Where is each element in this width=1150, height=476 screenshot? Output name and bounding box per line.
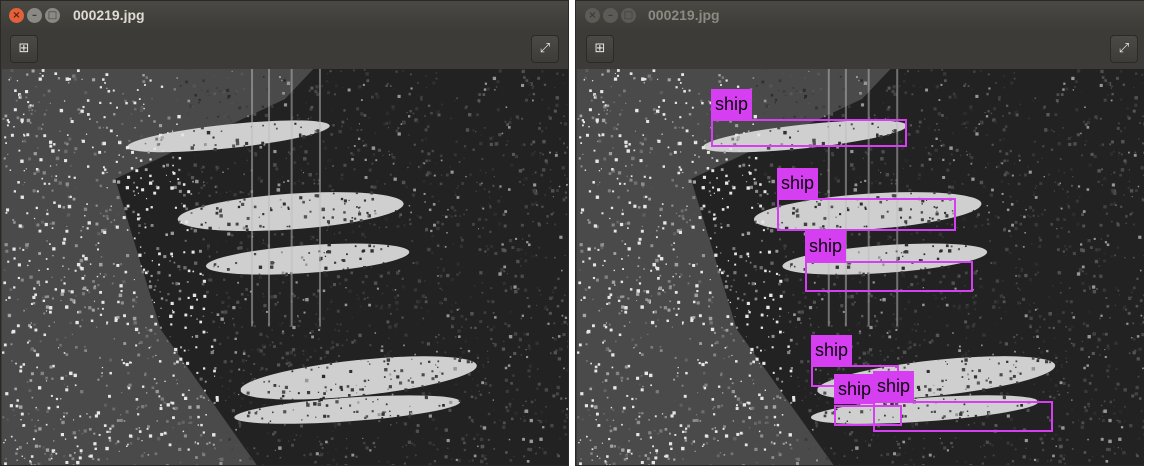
image-viewer-window-left: × – □ 000219.jpg ⊞ ⤢ — [0, 0, 569, 466]
detection-label: ship — [777, 168, 819, 198]
detection-box — [711, 119, 907, 147]
fullscreen-button[interactable]: ⤢ — [1110, 35, 1138, 63]
detection-box — [805, 261, 973, 292]
detection-label: ship — [834, 374, 876, 404]
image-viewport[interactable] — [2, 69, 568, 465]
sar-image — [2, 69, 568, 465]
detection-box — [777, 198, 956, 231]
maximize-window-button[interactable]: □ — [621, 8, 636, 23]
expand-icon: ⤢ — [539, 41, 551, 56]
minimize-window-button[interactable]: – — [603, 8, 618, 23]
close-window-button[interactable]: × — [9, 8, 24, 23]
desktop-edge — [1144, 0, 1150, 476]
detection-box — [873, 401, 1053, 432]
detection-label: ship — [711, 89, 753, 119]
image-viewer-window-right: × – □ 000219.jpg ⊞ ⤢ ship ship ship ship… — [575, 0, 1149, 466]
plus-square-icon: ⊞ — [18, 41, 30, 56]
toolbar: ⊞ ⤢ — [576, 31, 1148, 69]
window-title: 000219.jpg — [648, 7, 720, 23]
detection-label: ship — [811, 335, 853, 365]
detection-label: ship — [873, 371, 915, 401]
fullscreen-button[interactable]: ⤢ — [531, 35, 559, 63]
add-button[interactable]: ⊞ — [10, 35, 38, 63]
close-window-button[interactable]: × — [585, 8, 600, 23]
minimize-window-button[interactable]: – — [27, 8, 42, 23]
add-button[interactable]: ⊞ — [586, 35, 614, 63]
expand-icon: ⤢ — [1118, 41, 1130, 56]
window-title: 000219.jpg — [73, 7, 145, 23]
plus-square-icon: ⊞ — [594, 41, 606, 56]
image-viewport[interactable]: ship ship ship ship ship ship — [577, 69, 1147, 465]
title-bar[interactable]: × – □ 000219.jpg — [1, 1, 568, 31]
detection-label: ship — [805, 231, 847, 261]
title-bar[interactable]: × – □ 000219.jpg — [576, 1, 1148, 31]
maximize-window-button[interactable]: □ — [45, 8, 60, 23]
toolbar: ⊞ ⤢ — [1, 31, 568, 69]
